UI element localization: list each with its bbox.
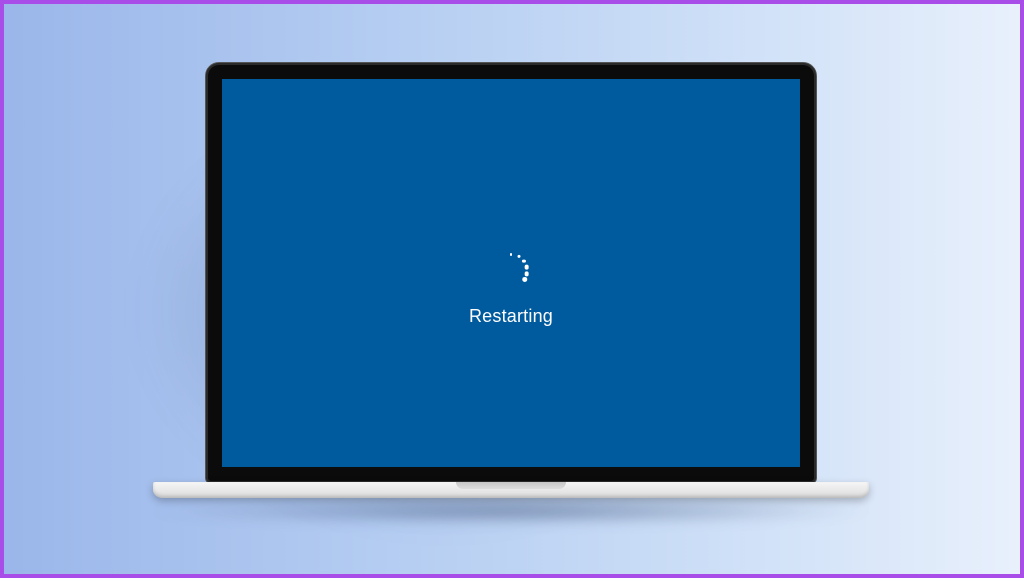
laptop-device: Restarting [205, 62, 817, 582]
spinner-dot [522, 259, 526, 263]
spinner-dot [522, 277, 527, 282]
spinner-dot [525, 265, 529, 269]
spinner-dot [510, 253, 512, 255]
spinner-dot [524, 272, 529, 277]
loading-spinner-icon [490, 250, 532, 292]
base-shadow [153, 498, 869, 524]
laptop-base [153, 482, 869, 498]
spinner-dot [517, 255, 520, 258]
laptop-lid: Restarting [205, 62, 817, 484]
status-text: Restarting [469, 306, 553, 327]
restart-screen: Restarting [222, 79, 800, 467]
